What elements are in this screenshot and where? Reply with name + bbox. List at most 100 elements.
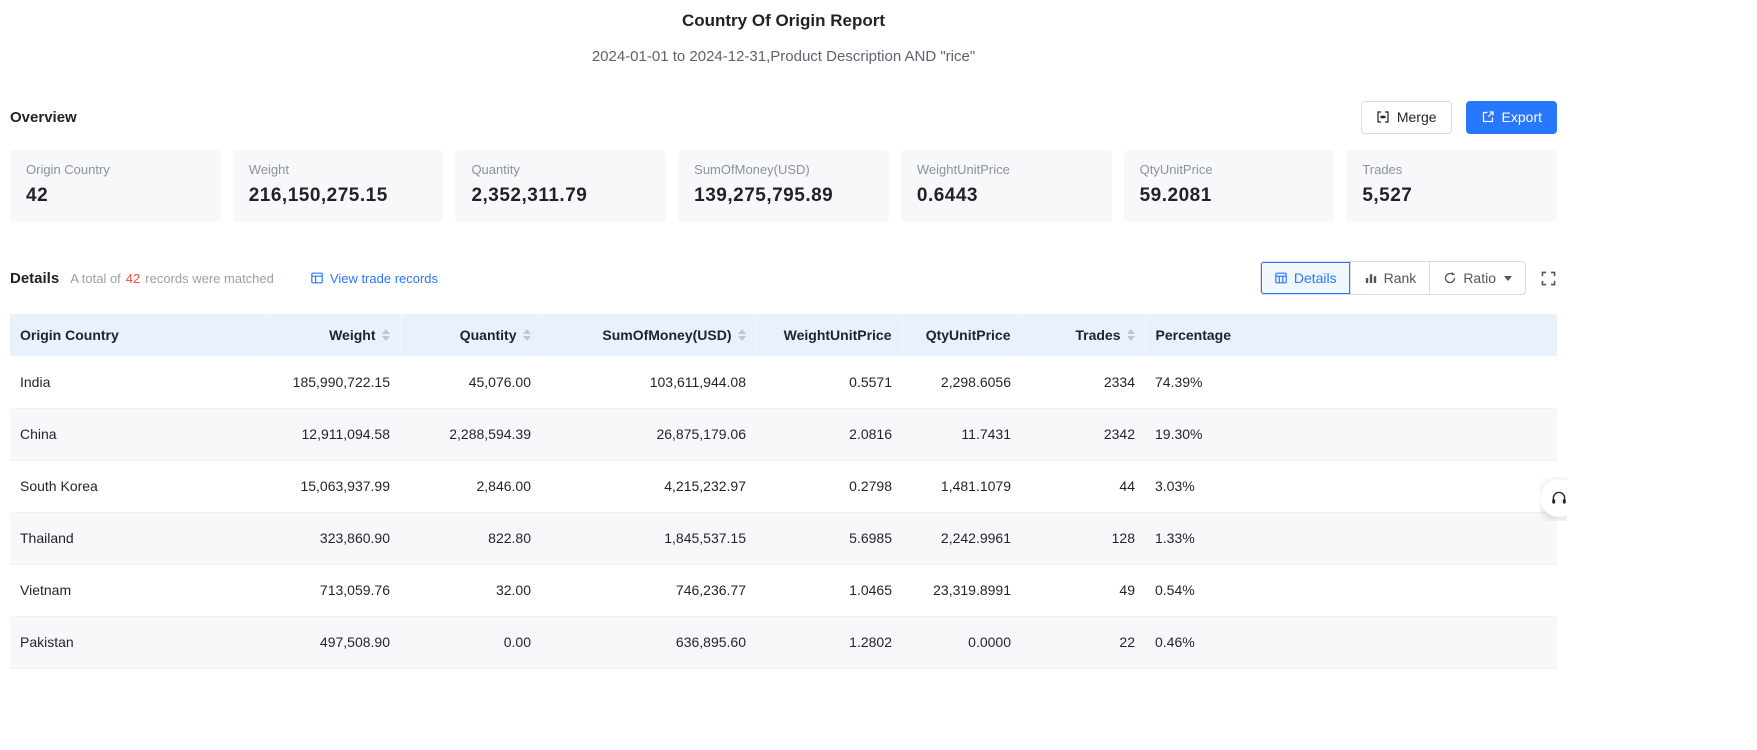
stat-card-origin-country: Origin Country 42 — [10, 150, 221, 222]
col-header-percentage: Percentage — [1145, 314, 1557, 356]
support-widget-container — [1540, 477, 1567, 521]
tab-rank-label: Rank — [1383, 270, 1417, 286]
cell-percentage: 0.54% — [1145, 564, 1557, 617]
merge-button[interactable]: Merge — [1360, 100, 1452, 134]
report-page: Country Of Origin Report 2024-01-01 to 2… — [0, 0, 1567, 669]
cell-qty-unit-price: 2,298.6056 — [902, 356, 1021, 409]
col-header-trades[interactable]: Trades — [1021, 314, 1146, 356]
cell-quantity: 45,076.00 — [400, 356, 541, 409]
table-row[interactable]: China 12,911,094.58 2,288,594.39 26,875,179… — [10, 408, 1557, 461]
tab-rank[interactable]: Rank — [1349, 262, 1430, 294]
stat-label: WeightUnitPrice — [916, 162, 1010, 177]
cell-sum-of-money-usd: 103,611,944.08 — [541, 356, 756, 409]
sort-icon[interactable] — [737, 329, 746, 341]
cell-weight: 713,059.76 — [266, 564, 400, 617]
tab-ratio[interactable]: Ratio — [1429, 262, 1525, 294]
table-row[interactable]: South Korea 15,063,937.99 2,846.00 4,215,23… — [10, 460, 1557, 513]
cell-trades: 2334 — [1021, 356, 1145, 409]
cell-trades: 2342 — [1021, 408, 1145, 461]
col-header-weight[interactable]: Weight — [266, 314, 401, 356]
stat-value: 139,275,795.89 — [694, 185, 834, 206]
cell-percentage: 3.03% — [1145, 460, 1557, 513]
cell-percentage: 74.39% — [1145, 356, 1557, 409]
cell-weight-unit-price: 0.5571 — [756, 356, 902, 409]
stat-card-weight: Weight 216,150,275.15 — [232, 150, 444, 222]
view-switcher: Details Rank Ratio — [1259, 261, 1526, 295]
cell-sum-of-money-usd: 636,895.60 — [541, 616, 756, 669]
table-row[interactable]: Thailand 323,860.90 822.80 1,845,537.15 5.69… — [10, 512, 1557, 565]
table-header-row: Origin Country Weight Quantity SumOfMone… — [10, 314, 1557, 356]
cell-percentage: 0.46% — [1145, 616, 1557, 669]
cell-trades: 44 — [1021, 460, 1145, 513]
report-subtitle: 2024-01-01 to 2024-12-31,Product Descrip… — [591, 48, 976, 65]
stat-value: 5,527 — [1362, 185, 1413, 206]
stat-label: Trades — [1362, 162, 1403, 177]
col-header-weight-unit-price: WeightUnitPrice — [756, 314, 903, 356]
overview-stat-cards: Origin Country 42 Weight 216,150,275.15 Quan… — [10, 150, 1558, 222]
match-count: 42 — [125, 270, 141, 286]
table-view-icon — [1274, 271, 1288, 285]
cell-percentage: 1.33% — [1145, 512, 1557, 565]
table-row[interactable]: Pakistan 497,508.90 0.00 636,895.60 1.2802 0.… — [10, 616, 1557, 669]
table-row[interactable]: Vietnam 713,059.76 32.00 746,236.77 1.0465 23… — [10, 564, 1557, 617]
merge-icon — [1376, 110, 1390, 124]
sort-icon[interactable] — [381, 329, 390, 341]
match-suffix: records were matched — [145, 270, 274, 286]
col-header-qty-unit-price: QtyUnitPrice — [902, 314, 1022, 356]
sort-icon[interactable] — [522, 329, 531, 341]
cell-weight-unit-price: 2.0816 — [756, 408, 902, 461]
cell-weight-unit-price: 0.2798 — [756, 460, 902, 513]
cell-weight-unit-price: 5.6985 — [756, 512, 902, 565]
stat-card-quantity: Quantity 2,352,311.79 — [455, 150, 667, 222]
details-left: Details A total of 42 records were match… — [10, 270, 438, 287]
stat-label: QtyUnitPrice — [1139, 162, 1213, 177]
cell-quantity: 0.00 — [400, 616, 541, 669]
cell-weight: 12,911,094.58 — [266, 408, 400, 461]
support-widget-button[interactable] — [1540, 479, 1567, 517]
details-right: Details Rank Ratio — [1259, 261, 1557, 295]
stat-value: 0.6443 — [916, 185, 978, 206]
stat-label: Weight — [248, 162, 289, 177]
page-title: Country Of Origin Report — [681, 11, 886, 30]
cell-qty-unit-price: 11.7431 — [902, 408, 1021, 461]
stat-label: Quantity — [471, 162, 520, 177]
cell-sum-of-money-usd: 26,875,179.06 — [541, 408, 756, 461]
overview-bar: Overview Merge Export — [10, 100, 1557, 134]
view-trade-records-link[interactable]: View trade records — [310, 271, 438, 286]
stat-card-weightunitprice: WeightUnitPrice 0.6443 — [900, 150, 1112, 222]
report-header: Country Of Origin Report 2024-01-01 to 2… — [10, 0, 1557, 67]
cell-quantity: 2,288,594.39 — [400, 408, 541, 461]
cell-quantity: 2,846.00 — [400, 460, 541, 513]
ratio-dropdown-caret-icon — [1504, 275, 1512, 281]
cell-country: India — [10, 356, 266, 409]
col-header-quantity[interactable]: Quantity — [400, 314, 542, 356]
match-summary: A total of 42 records were matched — [70, 271, 274, 286]
cell-qty-unit-price: 2,242.9961 — [902, 512, 1021, 565]
export-icon — [1481, 110, 1495, 124]
cell-weight: 497,508.90 — [266, 616, 400, 669]
cell-trades: 49 — [1021, 564, 1145, 617]
view-trade-records-label: View trade records — [329, 270, 439, 286]
cell-country: Pakistan — [10, 616, 266, 669]
stat-value: 59.2081 — [1139, 185, 1212, 206]
table-row[interactable]: India 185,990,722.15 45,076.00 103,611,944.… — [10, 356, 1557, 409]
cell-qty-unit-price: 1,481.1079 — [902, 460, 1021, 513]
tab-details[interactable]: Details — [1260, 262, 1350, 294]
fullscreen-icon[interactable] — [1540, 270, 1557, 287]
details-table: Origin Country Weight Quantity SumOfMone… — [10, 314, 1557, 669]
cell-weight: 15,063,937.99 — [266, 460, 400, 513]
cell-quantity: 822.80 — [400, 512, 541, 565]
cell-country: Thailand — [10, 512, 266, 565]
cell-sum-of-money-usd: 746,236.77 — [541, 564, 756, 617]
cell-trades: 22 — [1021, 616, 1145, 669]
stat-card-qtyunitprice: QtyUnitPrice 59.2081 — [1123, 150, 1335, 222]
rank-icon — [1364, 271, 1378, 285]
cell-percentage: 19.30% — [1145, 408, 1557, 461]
col-header-sum-of-money[interactable]: SumOfMoney(USD) — [541, 314, 757, 356]
cell-country: China — [10, 408, 266, 461]
details-heading: Details — [10, 269, 60, 287]
export-button[interactable]: Export — [1465, 100, 1557, 134]
col-header-origin-country: Origin Country — [10, 314, 267, 356]
sort-icon[interactable] — [1126, 329, 1135, 341]
stat-value: 2,352,311.79 — [471, 185, 588, 206]
